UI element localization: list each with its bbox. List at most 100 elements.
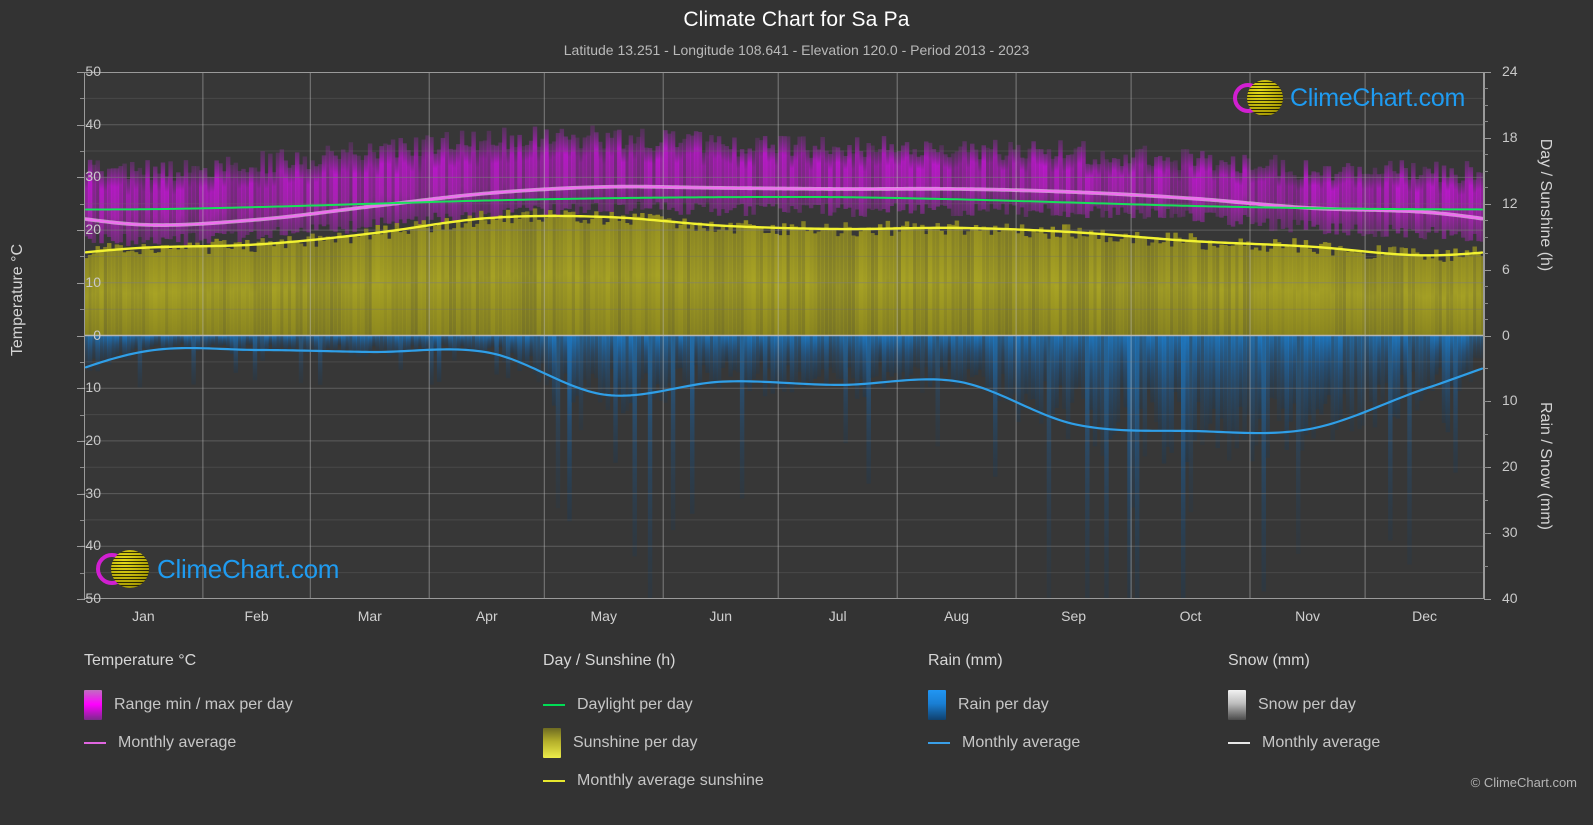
y-axis-tick-right-hours: 6 — [1502, 260, 1510, 277]
legend-heading: Snow (mm) — [1228, 652, 1310, 669]
y-axis-minor-tick-right — [1484, 302, 1488, 304]
y-axis-minor-tick-right — [1484, 253, 1488, 255]
x-axis-tick-jun: Jun — [709, 608, 732, 624]
y-axis-tickmark-left — [77, 335, 84, 337]
y-axis-tick-left: -10 — [80, 379, 101, 396]
y-axis-minor-tick-right — [1484, 121, 1488, 123]
y-axis-tick-right-hours: 18 — [1502, 128, 1518, 145]
x-axis-tick-oct: Oct — [1179, 608, 1202, 624]
y-axis-tickmark-left — [77, 440, 84, 442]
logo-sphere-icon — [111, 550, 149, 588]
climechart-logo-top: ClimeChart.com — [1233, 80, 1465, 116]
sunshine-swatch-icon — [543, 728, 561, 758]
x-axis-tick-dec: Dec — [1412, 608, 1437, 624]
x-axis-tick-jul: Jul — [828, 608, 847, 624]
y-axis-minor-tick-right — [1484, 500, 1488, 502]
snow-average-line-icon — [1228, 742, 1250, 744]
y-axis-tickmark-left — [77, 72, 84, 73]
y-axis-tickmark-left — [77, 546, 84, 548]
y-axis-tick-right-hours: 12 — [1502, 194, 1518, 211]
y-axis-minor-tick-right — [1484, 319, 1488, 321]
y-axis-tick-right-mm: 40 — [1502, 590, 1518, 606]
daylight-line-icon — [543, 704, 565, 706]
y-axis-tick-left: -50 — [80, 590, 101, 606]
y-axis-minor-tick-right — [1484, 236, 1488, 238]
legend-item: Sunshine per day — [543, 724, 943, 762]
y-axis-minor-tick-left — [80, 467, 84, 469]
left-axis-label: Temperature °C — [9, 243, 26, 357]
sunshine-average-line-icon — [543, 780, 565, 782]
y-axis-tick-left: -20 — [80, 431, 101, 448]
legend-item: Range min / max per day — [84, 686, 524, 724]
legend-item: Monthly average — [1228, 724, 1518, 762]
y-axis-tick-left: 50 — [85, 63, 101, 79]
legend-label: Rain per day — [958, 696, 1049, 713]
y-axis-tickmark-left — [77, 177, 84, 179]
temperature-average-line-icon — [84, 742, 106, 744]
y-axis-tick-left: 10 — [85, 273, 101, 290]
legend-rain: Rain (mm) Rain per day Monthly average — [928, 652, 1218, 762]
temperature-range-swatch-icon — [84, 690, 102, 720]
legend-temperature: Temperature °C Range min / max per day M… — [84, 652, 524, 762]
y-axis-tick-right-mm: 10 — [1502, 392, 1518, 409]
y-axis-minor-tick-left — [80, 309, 84, 311]
y-axis-tickmark-left — [77, 124, 84, 126]
snow-swatch-icon — [1228, 690, 1246, 720]
y-axis-tickmark-right — [1484, 203, 1491, 205]
rain-swatch-icon — [928, 690, 946, 720]
legend-heading: Day / Sunshine (h) — [543, 652, 676, 669]
legend-label: Range min / max per day — [114, 696, 293, 713]
y-axis-tick-left: -40 — [80, 537, 101, 554]
y-axis-minor-tick-left — [80, 151, 84, 153]
y-axis-minor-tick-right — [1484, 368, 1488, 370]
climate-chart-page: Climate Chart for Sa Pa Latitude 13.251 … — [0, 0, 1593, 825]
climechart-logo-bottom: ClimeChart.com — [96, 550, 339, 588]
y-axis-tick-right-hours: 24 — [1502, 63, 1518, 79]
logo-text: ClimeChart.com — [157, 553, 340, 584]
y-axis-tickmark-right — [1484, 599, 1491, 600]
legend-label: Daylight per day — [577, 696, 693, 713]
chart-canvas — [84, 72, 1484, 599]
y-axis-minor-tick-right — [1484, 401, 1488, 403]
y-axis-minor-tick-right — [1484, 170, 1488, 172]
logo-sphere-icon — [1247, 80, 1283, 116]
y-axis-minor-tick-right — [1484, 154, 1488, 156]
y-axis-minor-tick-left — [80, 519, 84, 521]
y-axis-minor-tick-right — [1484, 187, 1488, 189]
legend-item: Snow per day — [1228, 686, 1518, 724]
x-axis-tick-feb: Feb — [244, 608, 269, 624]
legend-item: Monthly average — [928, 724, 1218, 762]
y-axis-tick-right-mm: 30 — [1502, 524, 1518, 541]
y-axis-tickmark-right — [1484, 335, 1491, 337]
y-axis-minor-tick-right — [1484, 533, 1488, 535]
y-axis-tick-left: 0 — [93, 326, 101, 343]
chart-plot-area — [84, 72, 1484, 599]
legend-label: Monthly average — [962, 734, 1081, 751]
y-axis-minor-tick-left — [80, 98, 84, 100]
y-axis-minor-tick-right — [1484, 220, 1488, 222]
y-axis-minor-tick-right — [1484, 104, 1488, 106]
logo-text: ClimeChart.com — [1290, 83, 1465, 112]
y-axis-tickmark-left — [77, 282, 84, 284]
y-axis-minor-tick-right — [1484, 286, 1488, 288]
y-axis-tickmark-left — [77, 230, 84, 232]
x-axis-tick-sep: Sep — [1061, 608, 1087, 624]
legend-label: Monthly average — [1262, 734, 1381, 751]
x-axis-tick-aug: Aug — [944, 608, 970, 624]
page-subtitle: Latitude 13.251 - Longitude 108.641 - El… — [563, 42, 1030, 58]
x-axis-tick-jan: Jan — [132, 608, 155, 624]
y-axis-minor-tick-left — [80, 361, 84, 363]
y-axis-tick-left: -30 — [80, 484, 101, 501]
y-axis-minor-tick-right — [1484, 467, 1488, 469]
legend-heading: Rain (mm) — [928, 652, 1003, 669]
page-title: Climate Chart for Sa Pa — [683, 8, 910, 31]
y-axis-tickmark-right — [1484, 269, 1491, 271]
y-axis-minor-tick-right — [1484, 88, 1488, 90]
y-axis-tick-left: 40 — [85, 115, 101, 132]
y-axis-minor-tick-left — [80, 572, 84, 574]
legend-heading: Temperature °C — [84, 652, 197, 669]
y-axis-tick-right-mm: 20 — [1502, 458, 1518, 475]
rain-average-line-icon — [928, 742, 950, 744]
legend-item: Daylight per day — [543, 686, 943, 724]
legend-item: Rain per day — [928, 686, 1218, 724]
